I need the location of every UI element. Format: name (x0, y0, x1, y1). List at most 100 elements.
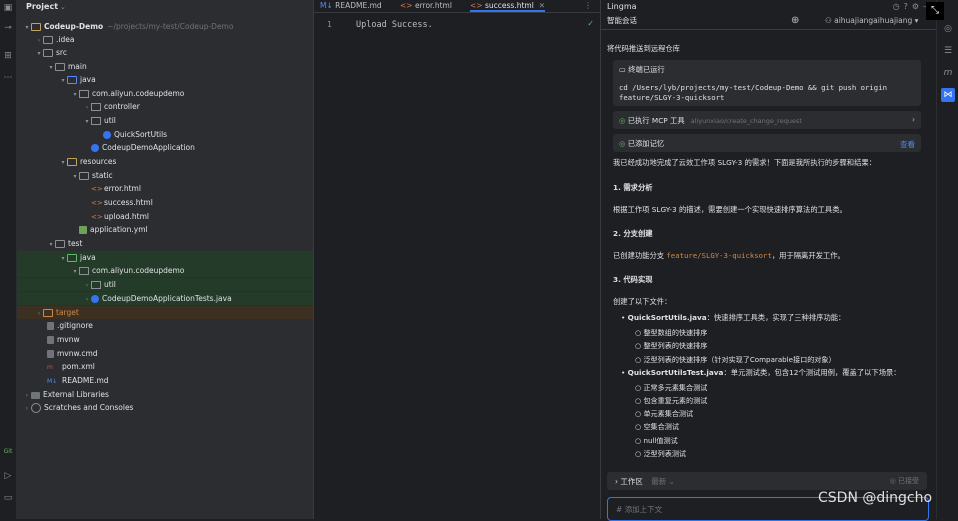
chevron-down-icon[interactable]: ⌄ (60, 3, 66, 11)
tree-item-tests-class[interactable]: › CodeupDemoApplicationTests.java (17, 292, 313, 305)
project-panel-header[interactable]: Project ⌄ (17, 0, 313, 13)
tree-item-pom[interactable]: m pom.xml (17, 360, 313, 373)
resources-folder-icon (67, 158, 77, 166)
chevron-down-icon[interactable]: ▾ (83, 115, 91, 128)
project-view-icon[interactable]: ▣ (2, 2, 14, 14)
commit-icon[interactable]: ⊸ (2, 22, 14, 34)
tree-item-idea[interactable]: › .idea (17, 33, 313, 46)
file2-subitem-text: 正常多元素集合测试 (643, 383, 708, 392)
tree-item-test-java[interactable]: ▾ java (17, 251, 313, 264)
tree-item-label: util (104, 280, 116, 289)
close-icon[interactable]: ✕ (539, 1, 545, 10)
ai-assistant-icon[interactable]: ◎ (941, 22, 955, 36)
lingma-icon[interactable]: ⋈ (941, 88, 955, 102)
tree-item-readme[interactable]: M↓ README.md (17, 374, 313, 387)
tree-item-resources[interactable]: ▾ resources (17, 155, 313, 168)
structure-icon[interactable]: ⊞ (2, 50, 14, 62)
file-item-2: • QuickSortUtilsTest.java：单元测试类，包含12个测试用… (621, 368, 901, 377)
chevron-right-icon[interactable]: › (23, 402, 31, 415)
code-line[interactable]: Upload Success. (356, 20, 433, 30)
tree-item-mvnw[interactable]: mvnw (17, 333, 313, 346)
package-icon (79, 267, 89, 275)
git-status-icon[interactable]: Git (2, 446, 14, 458)
fullscreen-icon[interactable]: ⤡ (926, 2, 944, 20)
tree-item-package[interactable]: ▾ com.aliyun.codeupdemo (17, 87, 313, 100)
more-icon[interactable]: ⋯ (2, 72, 14, 84)
terminal-command-line-1: cd /Users/lyb/projects/my-test/Codeup-De… (619, 83, 887, 92)
more-vertical-icon[interactable]: ⋮ (584, 0, 592, 11)
tree-item-java[interactable]: ▾ java (17, 73, 313, 86)
tree-item-src[interactable]: ▾ src (17, 46, 313, 59)
package-icon (91, 103, 101, 111)
tree-item-main[interactable]: ▾ main (17, 60, 313, 73)
tree-item-path: ~/projects/my-test/Codeup-Demo (107, 22, 234, 31)
mcp-card[interactable]: ◎ 已执行 MCP 工具 aliyunxiao/create_change_req… (613, 111, 921, 129)
tree-item-application-yml[interactable]: application.yml (17, 223, 313, 236)
tree-item-external-libraries[interactable]: › External Libraries (17, 388, 313, 401)
chevron-down-icon[interactable]: ▾ (59, 74, 67, 87)
tree-item-label: External Libraries (43, 390, 109, 399)
tree-item-test-util[interactable]: › util (17, 278, 313, 291)
tree-item-static[interactable]: ▾ static (17, 169, 313, 182)
add-context-icon[interactable]: # (616, 505, 622, 514)
help-icon[interactable]: ? (904, 2, 912, 11)
tree-item-mvnw-cmd[interactable]: mvnw.cmd (17, 347, 313, 360)
tab-error-html[interactable]: <> error.html (400, 0, 452, 12)
tree-item-label: success.html (104, 198, 153, 207)
tab-smart-chat[interactable]: 智能会话 (607, 16, 637, 25)
view-memory-link[interactable]: 查看 (900, 139, 915, 150)
workspace-mode[interactable]: 最新 (651, 477, 666, 486)
terminal-icon[interactable]: ▭ (2, 492, 14, 504)
class-icon (91, 295, 99, 303)
tab-success-html[interactable]: <> success.html ✕ (470, 0, 546, 12)
inspection-ok-icon[interactable]: ✓ (587, 19, 594, 28)
history-icon[interactable]: ◷ (893, 2, 904, 11)
tree-item-upload-html[interactable]: <>upload.html (17, 210, 313, 223)
chevron-down-icon[interactable]: ▾ (47, 238, 55, 251)
tree-item-controller[interactable]: › controller (17, 100, 313, 113)
chevron-down-icon[interactable]: ▾ (59, 156, 67, 169)
tree-item-label: controller (104, 102, 140, 111)
file1-subitem-2: ○ 整型列表的快速排序 (635, 341, 708, 350)
tree-item-label: mvnw (57, 335, 80, 344)
tree-item-target[interactable]: › target (17, 306, 313, 319)
user-menu[interactable]: ⚇ aihuajiangaihuajiang ▾ (825, 13, 918, 29)
chevron-right-icon[interactable]: › (83, 293, 91, 306)
chevron-right-icon[interactable]: › (83, 279, 91, 292)
tree-item-codeupdemoapplication[interactable]: CodeupDemoApplication (17, 141, 313, 154)
chevron-down-icon[interactable]: ▾ (35, 47, 43, 60)
tree-item-util[interactable]: ▾ util (17, 114, 313, 127)
tree-item-test-package[interactable]: ▾ com.aliyun.codeupdemo (17, 264, 313, 277)
tree-item-test[interactable]: ▾ test (17, 237, 313, 250)
run-icon[interactable]: ▷ (2, 470, 14, 482)
mcp-card-sub: aliyunxiao/create_change_request (690, 117, 802, 125)
tree-item-root[interactable]: ▾ Codeup-Demo ~/projects/my-test/Codeup-De… (17, 20, 313, 33)
chevron-down-icon[interactable]: ▾ (71, 265, 79, 278)
file-desc-1: ：快速排序工具类，实现了三种排序功能： (706, 313, 846, 322)
editor-area: M↓ README.md <> error.html <> success.ht… (313, 0, 600, 519)
file1-subitem-1: ○ 整型数组的快速排序 (635, 328, 708, 337)
tree-item-quicksortutils[interactable]: QuickSortUtils (17, 128, 313, 141)
terminal-card-title: 终端已运行 (628, 65, 665, 74)
settings-icon[interactable]: ⚙ (912, 2, 923, 11)
file-icon (47, 336, 54, 344)
editor-tabs: M↓ README.md <> error.html <> success.ht… (314, 0, 600, 13)
workspace-toggle[interactable]: › 工作区 最新 ⌄ (615, 476, 675, 487)
database-icon[interactable]: ☰ (941, 44, 955, 58)
tree-item-error-html[interactable]: <>error.html (17, 182, 313, 195)
chevron-right-icon[interactable]: › (83, 101, 91, 114)
maven-icon[interactable]: m (941, 66, 955, 80)
tab-readme[interactable]: M↓ README.md (320, 0, 382, 12)
memory-card: ◎ 已添加记忆 查看 (613, 134, 921, 152)
tree-item-success-html[interactable]: <>success.html (17, 196, 313, 209)
workspace-bar[interactable]: › 工作区 最新 ⌄ ◎ 已接受 (607, 472, 927, 490)
chevron-right-icon[interactable]: › (912, 115, 915, 124)
tree-item-gitignore[interactable]: .gitignore (17, 319, 313, 332)
tree-item-scratches[interactable]: › Scratches and Consoles (17, 401, 313, 414)
tree-item-label: error.html (104, 184, 141, 193)
new-chat-icon[interactable]: ⊕ (791, 13, 799, 29)
tree-item-label: upload.html (104, 212, 150, 221)
class-icon (91, 144, 99, 152)
file-icon (47, 322, 54, 330)
assistant-title: Lingma (607, 2, 637, 11)
